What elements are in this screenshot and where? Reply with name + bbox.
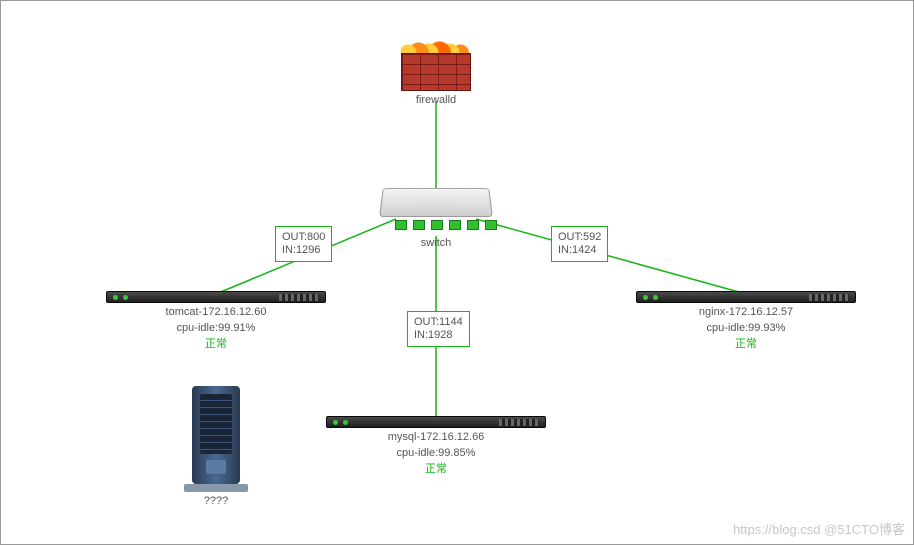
server-icon: [326, 416, 546, 428]
node-unknown[interactable]: ????: [176, 386, 256, 508]
link-out: OUT:1144: [414, 316, 463, 329]
link-in: IN:1296: [282, 244, 325, 257]
server-status: 正常: [636, 337, 856, 351]
server-title: nginx-172.16.12.57: [636, 305, 856, 319]
switch-label: switch: [381, 236, 491, 250]
server-cpu: cpu-idle:99.93%: [636, 321, 856, 335]
server-icon: [636, 291, 856, 303]
firewall-icon: [401, 31, 471, 91]
link-out: OUT:592: [558, 231, 601, 244]
server-status: 正常: [106, 337, 326, 351]
server-status: 正常: [326, 462, 546, 476]
firewall-label: firewalld: [401, 93, 471, 107]
node-nginx[interactable]: nginx-172.16.12.57 cpu-idle:99.93% 正常: [636, 291, 856, 351]
link-label-tomcat: OUT:800 IN:1296: [275, 226, 332, 262]
link-label-nginx: OUT:592 IN:1424: [551, 226, 608, 262]
server-tower-icon: [192, 386, 240, 484]
server-cpu: cpu-idle:99.85%: [326, 446, 546, 460]
node-firewall[interactable]: firewalld: [401, 31, 471, 107]
server-title: mysql-172.16.12.66: [326, 430, 546, 444]
server-cpu: cpu-idle:99.91%: [106, 321, 326, 335]
link-in: IN:1928: [414, 329, 463, 342]
topology-canvas: firewalld switch OUT:800 IN:1296 OUT:592…: [0, 0, 914, 545]
node-tomcat[interactable]: tomcat-172.16.12.60 cpu-idle:99.91% 正常: [106, 291, 326, 351]
unknown-label: ????: [176, 494, 256, 508]
watermark: https://blog.csd @51CTO博客: [733, 519, 905, 538]
switch-icon: [381, 186, 491, 234]
node-switch[interactable]: switch: [381, 186, 491, 250]
server-title: tomcat-172.16.12.60: [106, 305, 326, 319]
node-mysql[interactable]: mysql-172.16.12.66 cpu-idle:99.85% 正常: [326, 416, 546, 476]
link-out: OUT:800: [282, 231, 325, 244]
link-in: IN:1424: [558, 244, 601, 257]
server-icon: [106, 291, 326, 303]
link-label-mysql: OUT:1144 IN:1928: [407, 311, 470, 347]
